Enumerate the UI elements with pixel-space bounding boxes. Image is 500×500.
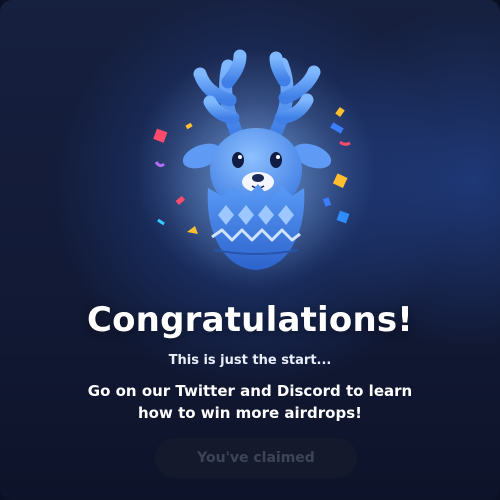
message-text: Go on our Twitter and Discord to learn h… — [87, 382, 413, 422]
page-title: Congratulations! — [86, 300, 414, 340]
reward-illustration — [135, 49, 375, 290]
claim-button[interactable]: You've claimed — [155, 438, 357, 478]
reward-modal: Congratulations! This is just the start.… — [0, 0, 500, 500]
subtitle-text: This is just the start... — [168, 353, 332, 368]
